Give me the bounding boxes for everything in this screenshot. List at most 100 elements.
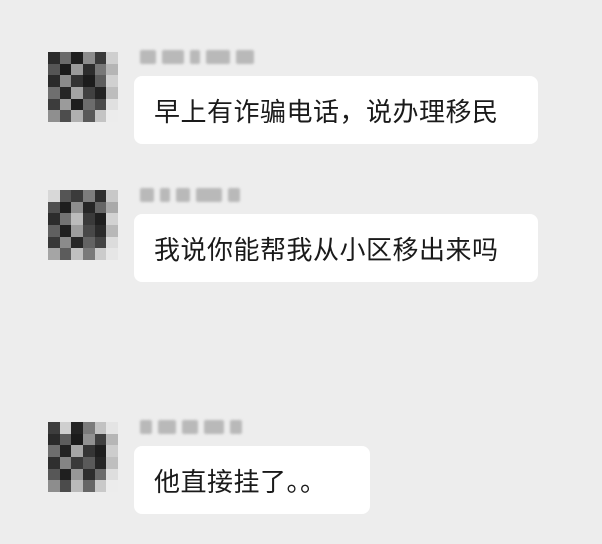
avatar-pixel xyxy=(94,213,107,225)
avatar-pixel xyxy=(106,213,118,225)
avatar-pixel xyxy=(71,52,83,64)
avatar-pixel xyxy=(106,468,118,481)
avatar-icon[interactable] xyxy=(48,190,118,260)
message-text: 我说你能帮我从小区移出来吗 xyxy=(154,235,499,266)
sender-name-blurred xyxy=(140,416,242,438)
avatar-pixel xyxy=(94,457,107,469)
avatar-pixel xyxy=(71,213,83,225)
avatar-pixel xyxy=(59,433,72,446)
avatar-pixel xyxy=(106,445,118,457)
avatar-pixel xyxy=(106,236,118,249)
avatar-pixel xyxy=(59,236,72,249)
avatar-pixel xyxy=(59,201,72,214)
avatar-pixel xyxy=(94,98,107,111)
avatar-pixel xyxy=(71,468,83,481)
avatar-pixel xyxy=(106,433,118,446)
avatar-pixel xyxy=(83,236,95,249)
chat-view: 早上有诈骗电话，说办理移民 我说你能帮我从小区移出来吗 他直接挂了。。 xyxy=(0,0,602,544)
avatar-pixel xyxy=(59,248,72,260)
avatar-pixel xyxy=(83,468,95,481)
avatar-icon[interactable] xyxy=(48,422,118,492)
avatar-pixel xyxy=(48,63,60,76)
avatar-pixel xyxy=(71,457,83,469)
sender-name-blurred xyxy=(140,184,240,206)
avatar-pixel xyxy=(59,457,72,469)
avatar-pixel xyxy=(59,213,72,225)
avatar-pixel xyxy=(94,190,107,202)
avatar-pixel xyxy=(94,433,107,446)
avatar-pixel xyxy=(106,98,118,111)
avatar-pixel xyxy=(48,75,60,87)
avatar-pixel xyxy=(71,63,83,76)
avatar-pixel xyxy=(71,480,83,492)
avatar-pixel xyxy=(83,457,95,469)
avatar-pixel xyxy=(106,480,118,492)
avatar-pixel xyxy=(59,63,72,76)
avatar-pixel xyxy=(71,248,83,260)
avatar-pixel xyxy=(94,468,107,481)
avatar-pixel xyxy=(59,75,72,87)
avatar-pixel xyxy=(71,75,83,87)
avatar-pixel xyxy=(71,445,83,457)
avatar-pixel xyxy=(94,201,107,214)
avatar-pixel xyxy=(94,87,107,99)
avatar-pixel xyxy=(106,63,118,76)
avatar-pixel xyxy=(59,445,72,457)
avatar-pixel xyxy=(83,63,95,76)
avatar-pixel xyxy=(48,445,60,457)
avatar-pixel xyxy=(106,248,118,260)
avatar-icon[interactable] xyxy=(48,52,118,122)
avatar-pixel xyxy=(83,190,95,202)
avatar-pixel xyxy=(83,433,95,446)
avatar-pixel xyxy=(48,190,60,202)
message-text: 早上有诈骗电话，说办理移民 xyxy=(154,97,499,128)
sender-name-blurred xyxy=(140,46,254,68)
message-bubble[interactable]: 早上有诈骗电话，说办理移民 xyxy=(134,76,538,144)
avatar-pixel xyxy=(83,480,95,492)
avatar-pixel xyxy=(94,248,107,260)
avatar-pixel xyxy=(94,110,107,122)
avatar-pixel xyxy=(71,201,83,214)
avatar-pixel xyxy=(71,236,83,249)
avatar-pixel xyxy=(71,190,83,202)
avatar-pixel xyxy=(83,445,95,457)
avatar-pixel xyxy=(71,87,83,99)
avatar-pixel xyxy=(83,225,95,237)
avatar-pixel xyxy=(94,225,107,237)
avatar-pixel xyxy=(48,433,60,446)
message-bubble[interactable]: 我说你能帮我从小区移出来吗 xyxy=(134,214,538,282)
avatar-pixel xyxy=(59,468,72,481)
avatar-pixel xyxy=(48,422,60,434)
avatar-pixel xyxy=(48,98,60,111)
avatar-pixel xyxy=(48,225,60,237)
avatar-pixel xyxy=(59,98,72,111)
avatar-pixel xyxy=(48,87,60,99)
avatar-pixel xyxy=(48,468,60,481)
avatar-pixel xyxy=(83,52,95,64)
avatar-pixel xyxy=(106,87,118,99)
avatar-pixel xyxy=(48,236,60,249)
message-text: 他直接挂了。。 xyxy=(154,467,327,498)
avatar-pixel xyxy=(83,422,95,434)
avatar-pixel xyxy=(59,190,72,202)
avatar-pixel xyxy=(94,422,107,434)
avatar-pixel xyxy=(59,52,72,64)
avatar-pixel xyxy=(94,63,107,76)
avatar-pixel xyxy=(48,213,60,225)
avatar-pixel xyxy=(48,201,60,214)
avatar-pixel xyxy=(83,110,95,122)
avatar-pixel xyxy=(48,457,60,469)
avatar-pixel xyxy=(106,75,118,87)
avatar-pixel xyxy=(59,110,72,122)
avatar-pixel xyxy=(71,433,83,446)
avatar-pixel xyxy=(83,87,95,99)
avatar-pixel xyxy=(83,201,95,214)
message-bubble[interactable]: 他直接挂了。。 xyxy=(134,446,370,514)
avatar-pixel xyxy=(71,422,83,434)
avatar-pixel xyxy=(106,52,118,64)
avatar-pixel xyxy=(71,110,83,122)
avatar-pixel xyxy=(106,190,118,202)
avatar-pixel xyxy=(94,480,107,492)
avatar-pixel xyxy=(59,422,72,434)
avatar-pixel xyxy=(106,422,118,434)
